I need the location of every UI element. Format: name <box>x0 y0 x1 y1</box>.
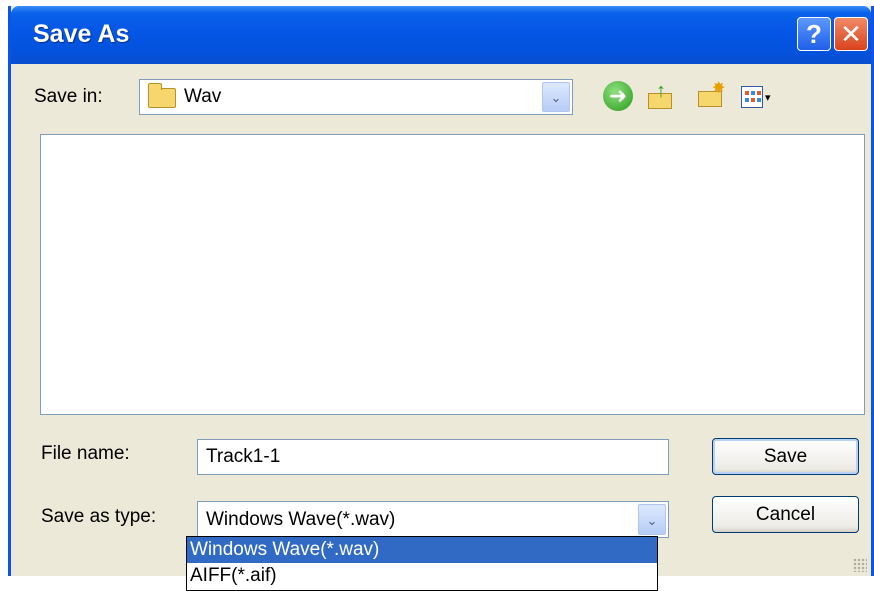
chevron-down-icon[interactable]: ⌄ <box>638 504 666 535</box>
dialog-title: Save As <box>33 20 130 48</box>
save-in-combo[interactable]: Wav ⌄ <box>139 79 573 115</box>
save-as-type-combo[interactable]: Windows Wave(*.wav) ⌄ <box>197 501 669 538</box>
views-grid-icon <box>741 86 763 108</box>
cancel-button[interactable]: Cancel <box>712 496 859 533</box>
save-as-dialog: Save As ? ✕ Save in: Wav ⌄ ➜ ↑ ✸ ▾ File … <box>8 6 874 576</box>
title-bar[interactable]: Save As ? ✕ <box>11 6 871 64</box>
resize-grip-icon[interactable] <box>853 558 867 572</box>
chevron-down-icon[interactable]: ⌄ <box>542 82 570 112</box>
back-icon[interactable]: ➜ <box>603 81 633 111</box>
folder-icon <box>148 83 176 108</box>
save-as-type-label: Save as type: <box>41 506 157 527</box>
save-in-value: Wav <box>184 86 222 107</box>
views-menu-icon[interactable]: ▾ <box>741 81 785 111</box>
dropdown-option-aif[interactable]: AIFF(*.aif) <box>187 563 657 589</box>
up-arrow-glyph: ↑ <box>656 80 666 102</box>
up-one-level-icon[interactable]: ↑ <box>646 81 676 111</box>
save-as-type-value: Windows Wave(*.wav) <box>206 509 396 530</box>
help-button[interactable]: ? <box>797 17 831 51</box>
close-button[interactable]: ✕ <box>834 17 868 51</box>
views-caret-icon: ▾ <box>765 92 771 104</box>
save-button[interactable]: Save <box>712 438 859 475</box>
file-name-input[interactable] <box>197 439 669 475</box>
file-list-pane[interactable] <box>40 134 865 415</box>
dropdown-option-wav[interactable]: Windows Wave(*.wav) <box>187 537 657 563</box>
save-in-label: Save in: <box>34 86 103 107</box>
new-folder-star-glyph: ✸ <box>712 80 726 97</box>
file-name-label: File name: <box>41 443 130 464</box>
save-as-type-dropdown-list: Windows Wave(*.wav) AIFF(*.aif) <box>186 536 658 591</box>
new-folder-icon[interactable]: ✸ <box>696 81 726 111</box>
